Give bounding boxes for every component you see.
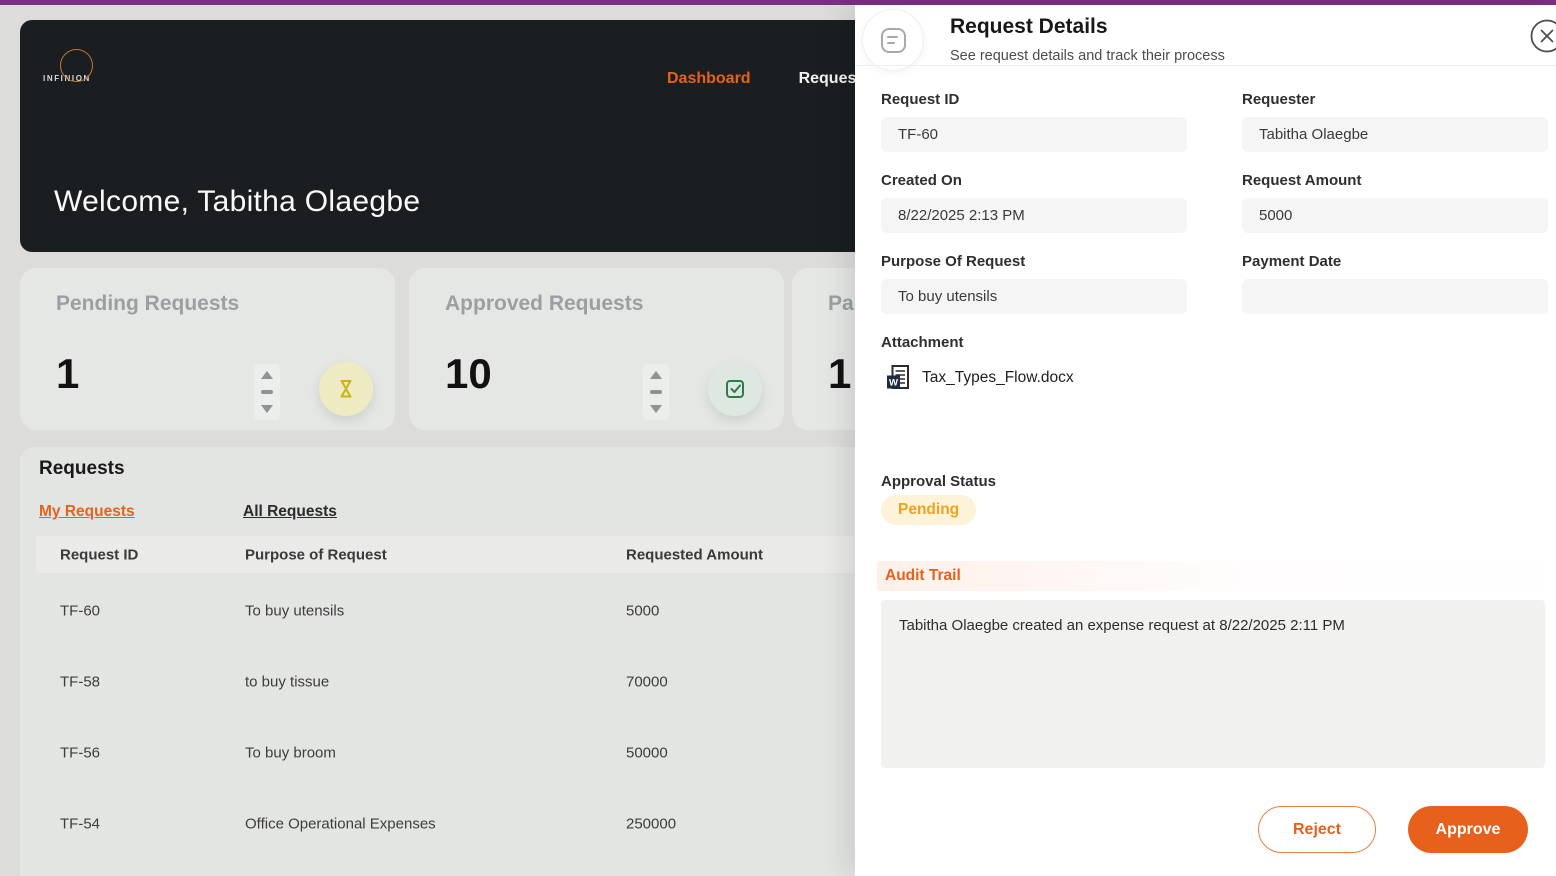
reject-button[interactable]: Reject — [1258, 806, 1376, 853]
field-label-request-id: Request ID — [881, 91, 960, 108]
audit-trail-title: Audit Trail — [885, 567, 961, 584]
field-request-amount[interactable]: 5000 — [1242, 198, 1548, 233]
stat-card-value: 1 — [828, 350, 852, 397]
request-details-icon — [862, 9, 924, 71]
cell-amount: 250000 — [626, 815, 677, 832]
field-request-id[interactable]: TF-60 — [881, 117, 1187, 152]
column-header-amount: Requested Amount — [626, 546, 763, 563]
close-icon[interactable] — [1527, 16, 1556, 56]
audit-trail-log: Tabitha Olaegbe created an expense reque… — [881, 600, 1545, 768]
hourglass-icon — [319, 362, 373, 416]
stepper-dash-icon — [261, 390, 273, 394]
nav-item-dashboard[interactable]: Dashboard — [667, 70, 751, 88]
check-square-icon — [708, 362, 762, 416]
cell-request-id: TF-54 — [60, 815, 101, 832]
request-details-panel: Request Details See request details and … — [855, 5, 1556, 876]
panel-title: Request Details — [950, 15, 1108, 38]
cell-request-id: TF-56 — [60, 744, 101, 761]
field-requester[interactable]: Tabitha Olaegbe — [1242, 117, 1548, 152]
stepper-up-icon[interactable] — [261, 371, 273, 379]
document-lines-icon — [880, 27, 906, 53]
stat-card-value: 10 — [445, 350, 492, 397]
tab-all-requests[interactable]: All Requests — [243, 503, 337, 521]
cell-request-id: TF-60 — [60, 602, 101, 619]
header-divider — [855, 65, 1556, 66]
panel-subtitle: See request details and track their proc… — [950, 48, 1225, 64]
attachment-filename: Tax_Types_Flow.docx — [922, 369, 1074, 386]
attachment-item[interactable]: W Tax_Types_Flow.docx — [886, 364, 1074, 392]
cell-purpose: To buy utensils — [245, 602, 345, 619]
status-badge: Pending — [881, 495, 977, 525]
stepper-down-icon[interactable] — [650, 405, 662, 413]
stat-card-title: Pending Requests — [56, 292, 240, 315]
infinion-logo: INFINION — [43, 42, 127, 100]
stepper-dash-icon — [650, 390, 662, 394]
requests-section-title: Requests — [39, 458, 125, 479]
cell-request-id: TF-58 — [60, 673, 101, 690]
column-header-request-id: Request ID — [60, 546, 139, 563]
field-label-purpose: Purpose Of Request — [881, 253, 1026, 270]
stat-card-title: Approved Requests — [445, 292, 644, 315]
stat-card-pending: Pending Requests 1 — [20, 268, 395, 430]
stepper-down-icon[interactable] — [261, 405, 273, 413]
field-label-request-amount: Request Amount — [1242, 172, 1362, 189]
approval-status-label: Approval Status — [881, 473, 997, 490]
cell-amount: 70000 — [626, 673, 668, 690]
stat-stepper[interactable] — [643, 364, 669, 420]
approve-button[interactable]: Approve — [1408, 806, 1528, 853]
word-doc-icon: W — [887, 365, 909, 389]
cell-purpose: to buy tissue — [245, 673, 330, 690]
cell-amount: 5000 — [626, 602, 660, 619]
stepper-up-icon[interactable] — [650, 371, 662, 379]
tab-my-requests[interactable]: My Requests — [39, 503, 135, 521]
audit-trail-header: Audit Trail — [877, 561, 1545, 591]
stat-card-value: 1 — [56, 350, 80, 397]
field-label-created-on: Created On — [881, 172, 962, 189]
field-label-payment-date: Payment Date — [1242, 253, 1342, 270]
column-header-purpose: Purpose of Request — [245, 546, 387, 563]
cell-purpose: To buy broom — [245, 744, 336, 761]
cell-purpose: Office Operational Expenses — [245, 815, 436, 832]
stat-card-approved: Approved Requests 10 — [409, 268, 784, 430]
main-nav: Dashboard Requests — [667, 70, 871, 88]
infinion-logo-circle-icon — [60, 49, 93, 82]
field-label-requester: Requester — [1242, 91, 1316, 108]
field-created-on[interactable]: 8/22/2025 2:13 PM — [881, 198, 1187, 233]
welcome-message: Welcome, Tabitha Olaegbe — [54, 185, 421, 218]
cell-amount: 50000 — [626, 744, 668, 761]
field-payment-date[interactable] — [1242, 279, 1548, 314]
svg-text:W: W — [889, 378, 898, 389]
audit-trail-entry: Tabitha Olaegbe created an expense reque… — [899, 617, 1345, 634]
field-purpose[interactable]: To buy utensils — [881, 279, 1187, 314]
stat-stepper[interactable] — [254, 364, 280, 420]
attachment-label: Attachment — [881, 334, 964, 351]
